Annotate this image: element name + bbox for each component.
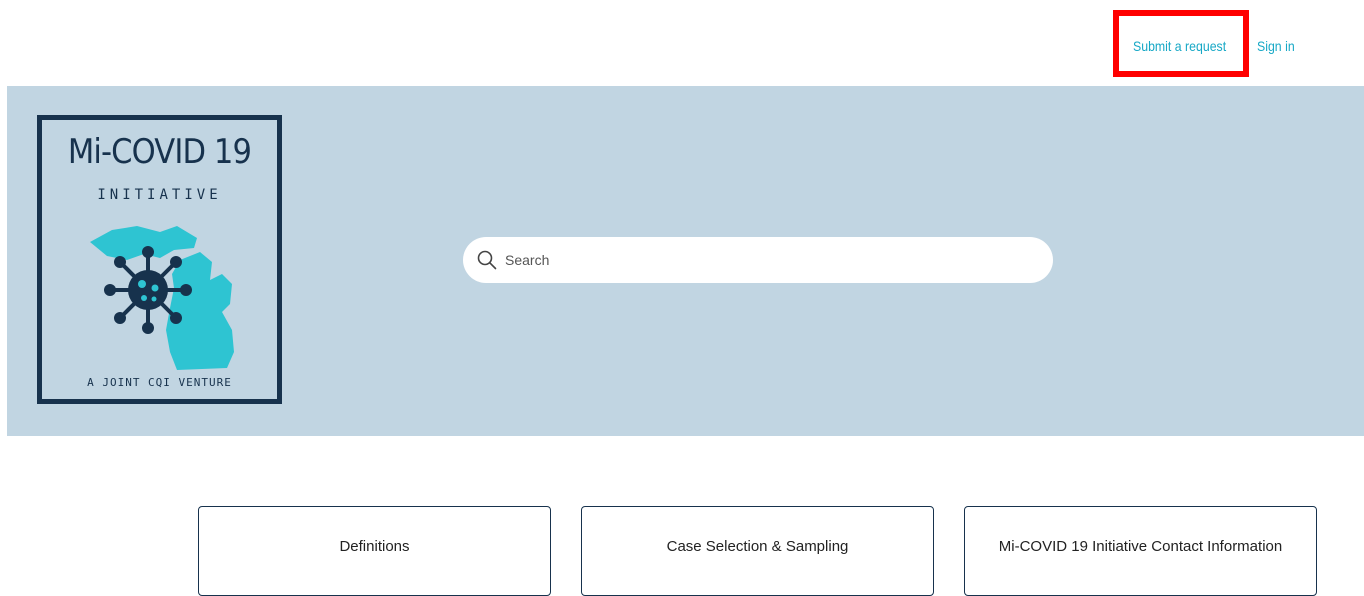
category-card-label: Definitions <box>339 538 410 555</box>
search-input[interactable] <box>505 237 1035 283</box>
search-bar <box>463 237 1053 283</box>
search-icon <box>477 250 497 270</box>
submit-request-link[interactable]: Submit a request <box>1133 38 1226 54</box>
category-card-label: Case Selection & Sampling <box>666 538 849 555</box>
logo-title: Mi-COVID 19 <box>67 132 252 172</box>
sign-in-link[interactable]: Sign in <box>1257 38 1295 54</box>
michigan-virus-icon <box>90 226 234 370</box>
category-card-case-selection-sampling[interactable]: Case Selection & Sampling <box>581 506 934 596</box>
top-nav: Submit a request Sign in <box>0 0 1364 86</box>
category-card-definitions[interactable]: Definitions <box>198 506 551 596</box>
category-card-label: Mi-COVID 19 Initiative Contact Informati… <box>998 538 1283 555</box>
logo-footer: A JOINT CQI VENTURE <box>87 376 232 389</box>
site-logo[interactable]: Mi-COVID 19 INITIATIVE A JOINT CQI VENTU… <box>37 115 282 404</box>
logo-subtitle: INITIATIVE <box>97 187 222 203</box>
category-card-contact-information[interactable]: Mi-COVID 19 Initiative Contact Informati… <box>964 506 1317 596</box>
